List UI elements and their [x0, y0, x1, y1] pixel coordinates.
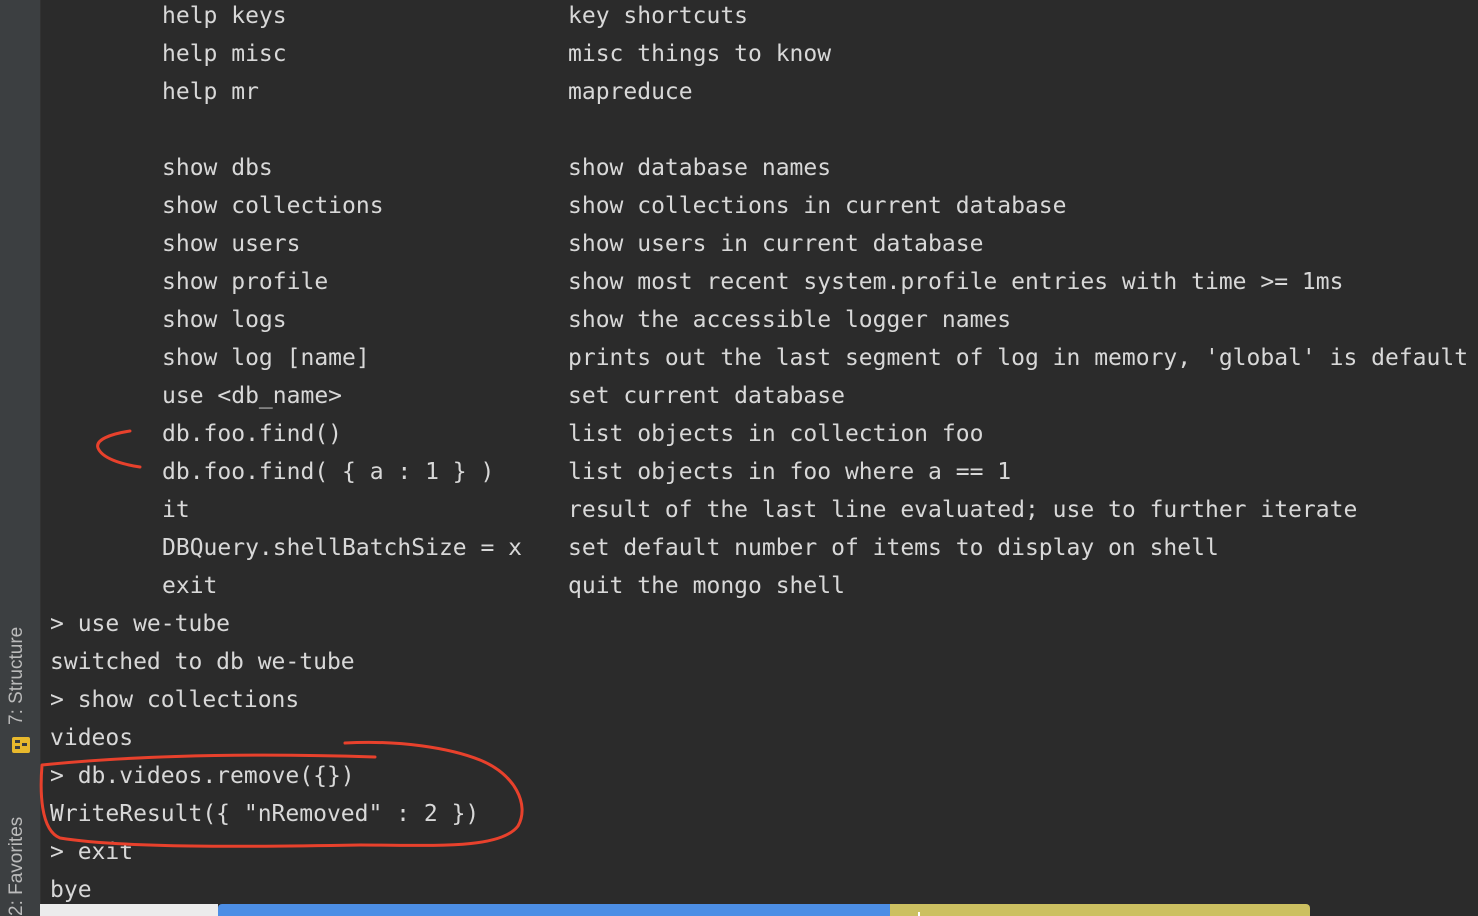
help-command: help misc — [162, 41, 287, 67]
help-command: show users — [162, 231, 301, 257]
structure-icon — [12, 737, 30, 753]
shell-output-line: switched to db we-tube — [50, 649, 355, 675]
status-segment — [1310, 904, 1478, 916]
help-description: show database names — [568, 155, 832, 181]
help-description: key shortcuts — [568, 3, 749, 29]
help-command: show collections — [162, 193, 384, 219]
help-description: set default number of items to display o… — [568, 535, 1219, 561]
help-command: exit — [162, 573, 218, 599]
help-command: it — [162, 497, 190, 523]
shell-output-line: videos — [50, 725, 134, 751]
shell-input-line: > db.videos.remove({}) — [50, 763, 355, 789]
status-bar — [0, 904, 1478, 916]
help-description: show users in current database — [568, 231, 984, 257]
help-command: show logs — [162, 307, 287, 333]
ide-window: 7: Structure 2: Favorites help keys key s… — [0, 0, 1478, 916]
help-command: DBQuery.shellBatchSize = x — [162, 535, 523, 561]
tab-structure[interactable]: 7: Structure — [6, 627, 28, 725]
help-command: help mr — [162, 79, 259, 105]
status-tick — [918, 912, 920, 916]
help-description: prints out the last segment of log in me… — [568, 345, 1469, 371]
tab-favorites[interactable]: 2: Favorites — [6, 817, 28, 916]
help-description: show the accessible logger names — [568, 307, 1012, 333]
help-description: list objects in collection foo — [568, 421, 984, 447]
help-command: use <db_name> — [162, 383, 343, 409]
help-description: show collections in current database — [568, 193, 1067, 219]
help-description: list objects in foo where a == 1 — [568, 459, 1012, 485]
help-description: set current database — [568, 383, 845, 409]
help-command: db.foo.find() — [162, 421, 343, 447]
status-progress-blue — [218, 904, 890, 916]
shell-output-line: WriteResult({ "nRemoved" : 2 }) — [50, 801, 480, 827]
left-tool-strip: 7: Structure 2: Favorites — [0, 0, 41, 916]
help-command: show profile — [162, 269, 329, 295]
help-description: result of the last line evaluated; use t… — [568, 497, 1358, 523]
help-command: help keys — [162, 3, 287, 29]
help-description: misc things to know — [568, 41, 832, 67]
shell-input-line: > show collections — [50, 687, 300, 713]
help-command: show dbs — [162, 155, 273, 181]
help-description: show most recent system.profile entries … — [568, 269, 1344, 295]
help-command: db.foo.find( { a : 1 } ) — [162, 459, 495, 485]
help-command: show log [name] — [162, 345, 370, 371]
shell-input-line: > use we-tube — [50, 611, 231, 637]
help-description: quit the mongo shell — [568, 573, 845, 599]
help-description: mapreduce — [568, 79, 693, 105]
terminal-output[interactable]: help keys key shortcuts help misc misc thi… — [50, 0, 1478, 904]
shell-input-line: > exit — [50, 839, 134, 865]
status-progress-yellow — [890, 904, 1310, 916]
status-segment — [40, 904, 218, 916]
